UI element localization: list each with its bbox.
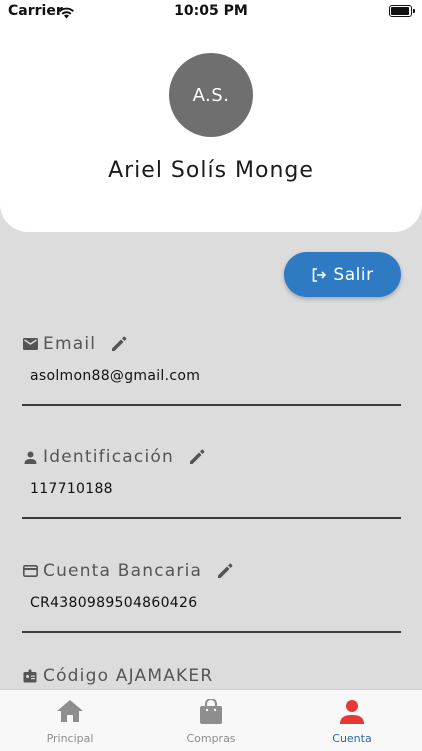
- field-identification: Identificación 117710188: [22, 445, 401, 519]
- badge-icon: [22, 668, 38, 684]
- avatar: A.S.: [169, 53, 253, 137]
- edit-identification-icon[interactable]: [188, 448, 206, 466]
- field-label: Cuenta Bancaria: [43, 561, 203, 581]
- field-bank-account: Cuenta Bancaria CR4380989504860426: [22, 559, 401, 633]
- person-icon: [22, 449, 38, 465]
- identification-value[interactable]: 117710188: [22, 481, 401, 497]
- edit-bank-account-icon[interactable]: [216, 562, 234, 580]
- account-icon: [339, 699, 365, 729]
- status-time: 10:05 PM: [174, 3, 248, 19]
- tab-label: Cuenta: [332, 732, 372, 745]
- battery-icon: [389, 5, 415, 17]
- bank-account-underline: [22, 631, 401, 633]
- tab-cuenta[interactable]: Cuenta: [282, 690, 422, 751]
- user-name: Ariel Solís Monge: [108, 158, 314, 183]
- email-underline: [22, 404, 401, 406]
- tab-label: Compras: [186, 732, 236, 745]
- tab-compras[interactable]: Compras: [141, 690, 281, 751]
- mail-icon: [22, 336, 38, 352]
- status-bar: Carrier 10:05 PM: [0, 0, 422, 24]
- home-icon: [56, 699, 84, 727]
- avatar-initials: A.S.: [192, 84, 230, 106]
- bottom-tab-bar: Principal Compras Cuenta: [0, 689, 422, 751]
- identification-underline: [22, 517, 401, 519]
- logout-label: Salir: [333, 264, 374, 285]
- field-ajamaker-code: Código AJAMAKER: [22, 664, 401, 688]
- field-email: Email asolmon88@gmail.com: [22, 332, 401, 406]
- field-label: Email: [43, 334, 97, 354]
- tab-principal[interactable]: Principal: [0, 690, 140, 751]
- logout-button[interactable]: Salir: [284, 252, 401, 297]
- edit-email-icon[interactable]: [110, 335, 128, 353]
- field-label: Identificación: [43, 447, 174, 467]
- email-value[interactable]: asolmon88@gmail.com: [22, 368, 401, 384]
- credit-card-icon: [22, 563, 38, 579]
- shopping-bag-icon: [199, 698, 223, 729]
- tab-label: Principal: [46, 732, 94, 745]
- bank-account-value[interactable]: CR4380989504860426: [22, 595, 401, 611]
- field-label: Código AJAMAKER: [43, 666, 214, 686]
- logout-icon: [313, 267, 327, 282]
- profile-header: Carrier 10:05 PM A.S. Ariel Solís Monge: [0, 0, 422, 232]
